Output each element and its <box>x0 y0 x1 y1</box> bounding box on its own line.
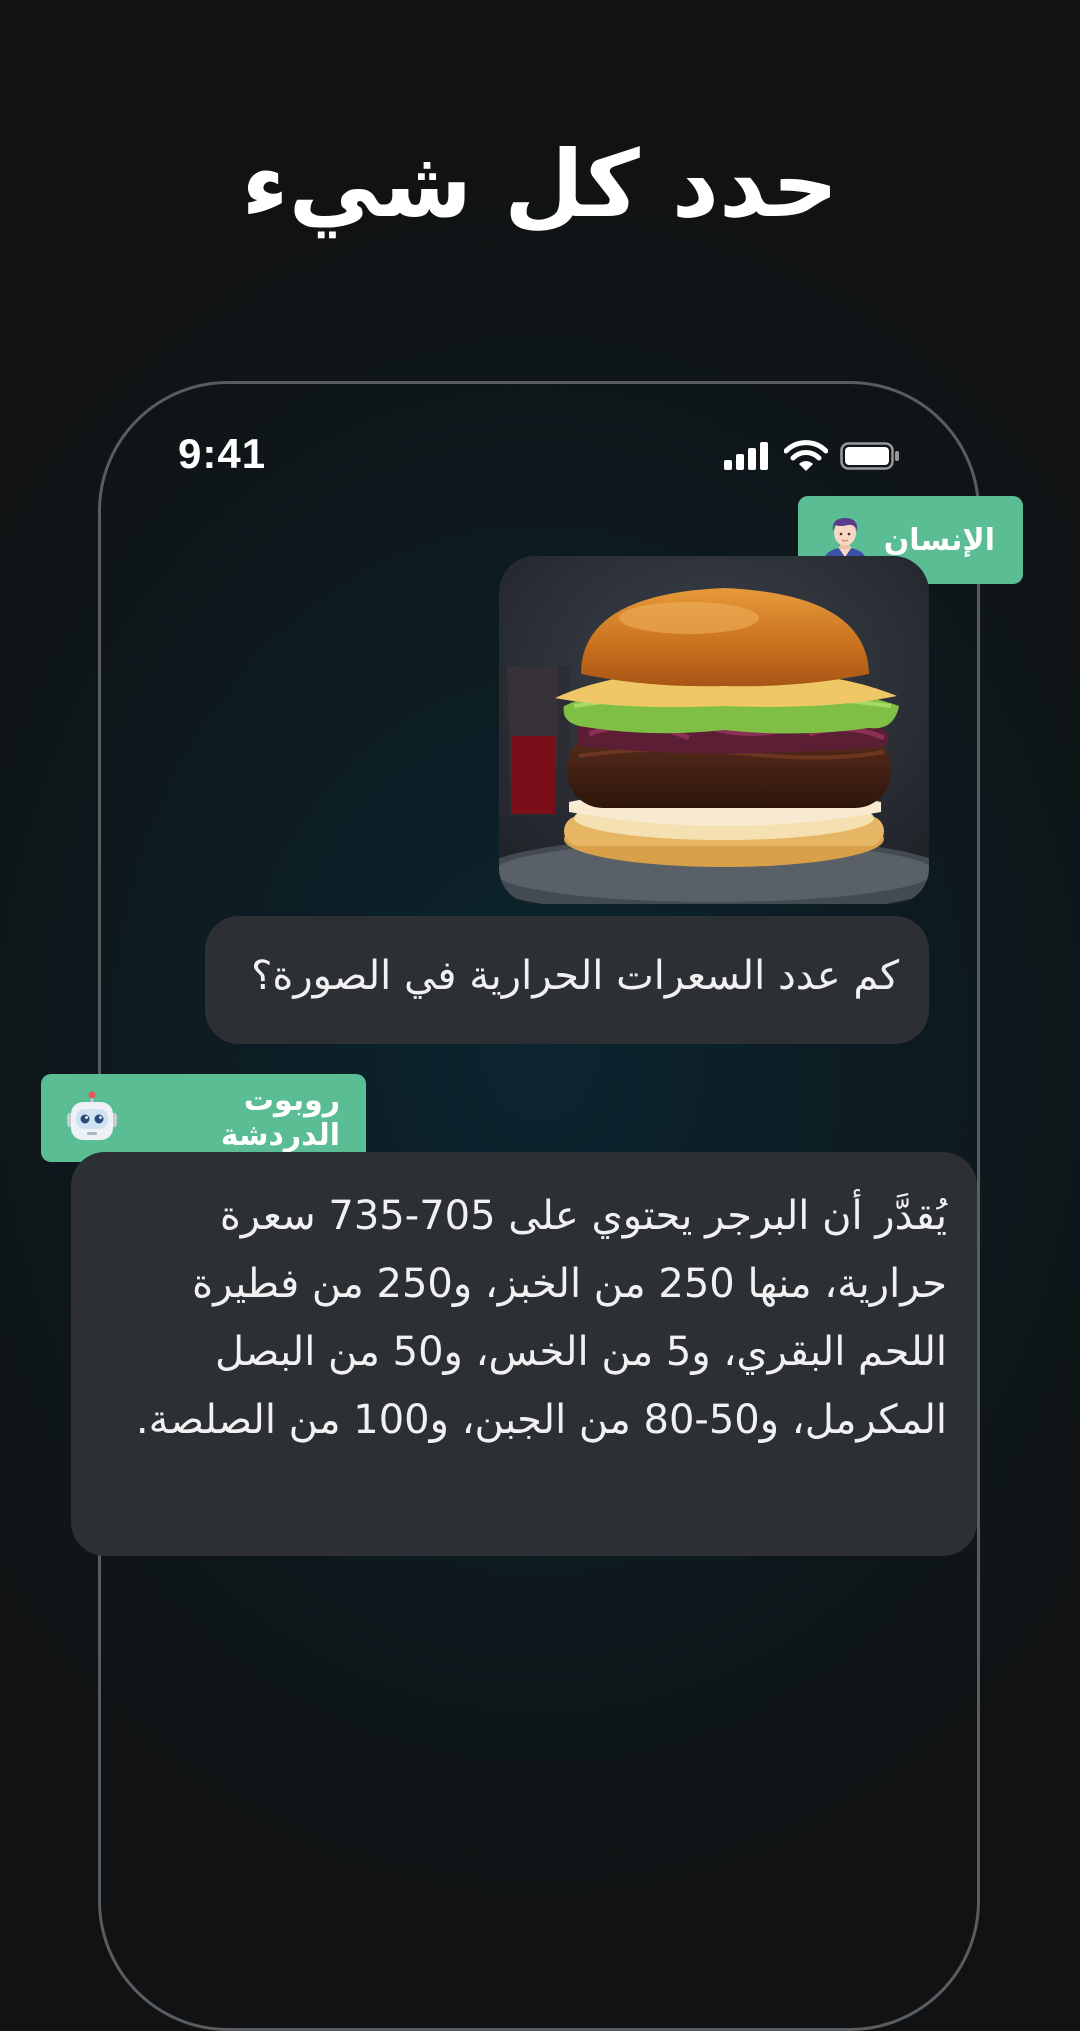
cellular-signal-icon <box>724 440 770 470</box>
page-headline: حدد كل شيء <box>241 131 839 238</box>
bot-label-tag: روبوت الدردشة <box>41 1074 366 1162</box>
user-question-bubble: كم عدد السعرات الحرارية في الصورة؟ <box>205 916 929 1044</box>
robot-icon <box>67 1091 117 1140</box>
status-icons <box>724 440 900 474</box>
battery-icon <box>840 442 899 470</box>
bot-answer-text: يُقدَّر أن البرجر يحتوي على 705-735 سعرة… <box>135 1193 947 1443</box>
wifi-icon <box>784 440 828 471</box>
bot-label: روبوت الدردشة <box>220 1083 340 1153</box>
user-label: الإنسان <box>883 522 995 558</box>
user-question-text: كم عدد السعرات الحرارية في الصورة؟ <box>251 953 899 999</box>
burger-photo <box>499 556 929 904</box>
bot-answer-bubble: يُقدَّر أن البرجر يحتوي على 705-735 سعرة… <box>71 1152 977 1556</box>
burger-illustration <box>499 556 929 904</box>
status-time: 9:41 <box>178 430 267 477</box>
